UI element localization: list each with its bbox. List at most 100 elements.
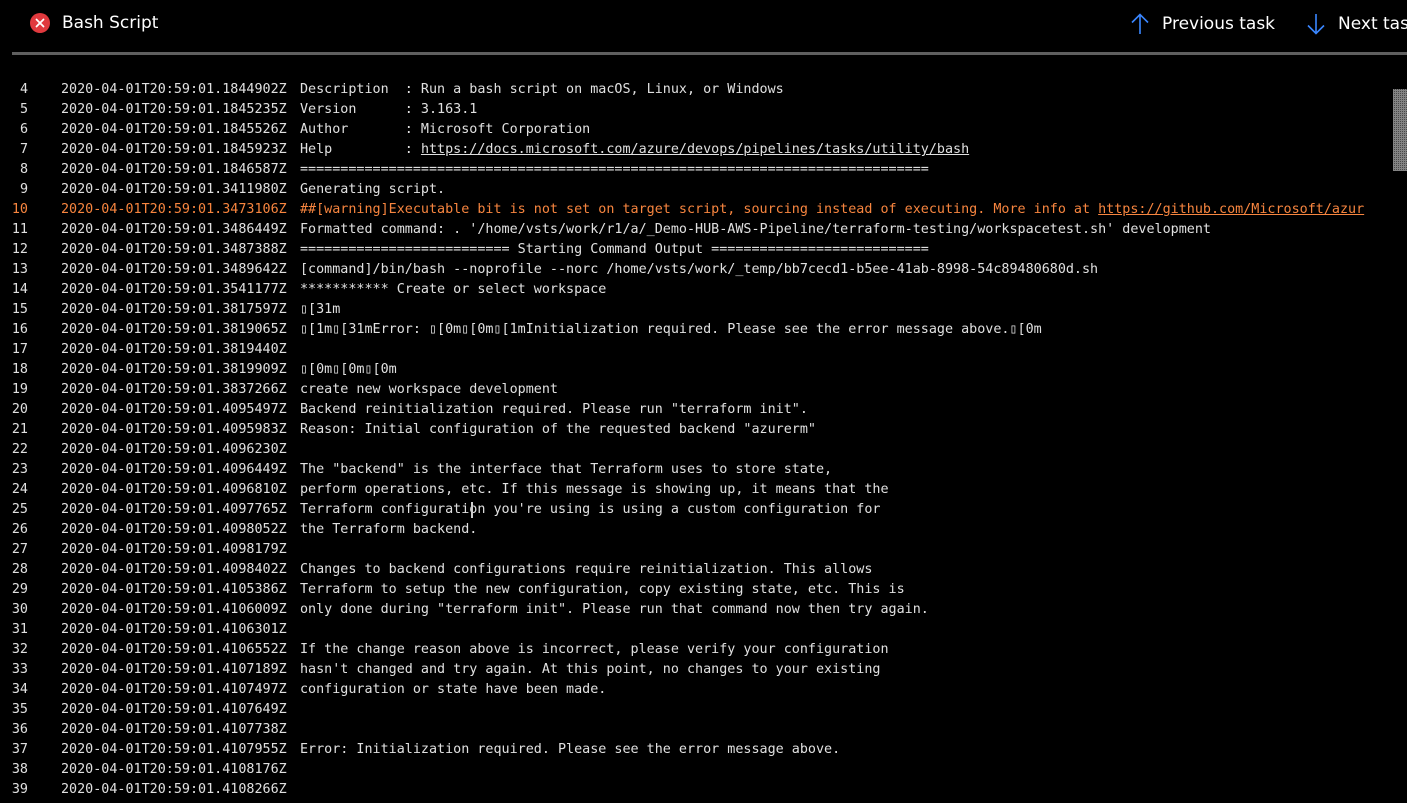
log-message-text: Generating script.	[300, 182, 446, 197]
log-timestamp: 2020-04-01T20:59:01.3411980Z	[61, 182, 287, 197]
task-title-group: Bash Script	[30, 11, 158, 35]
log-line: 4 2020-04-01T20:59:01.1844902Z Description…	[0, 80, 1390, 100]
log-line: 16 2020-04-01T20:59:01.3819065Z ▯[1m▯[31mE…	[0, 320, 1390, 340]
log-message-text: Help :	[300, 142, 421, 157]
log-line-number: 37	[11, 742, 28, 757]
log-line-number: 16	[11, 322, 28, 337]
log-line-number: 8	[19, 162, 28, 177]
log-message: Description : Run a bash script on macOS…	[300, 80, 784, 100]
log-message: hasn't changed and try again. At this po…	[300, 660, 880, 680]
log-viewer[interactable]: 4 2020-04-01T20:59:01.1844902Z Description…	[0, 80, 1395, 803]
log-line: 23 2020-04-01T20:59:01.4096449Z The "backe…	[0, 460, 1390, 480]
log-timestamp: 2020-04-01T20:59:01.4096810Z	[61, 482, 287, 497]
log-line-number: 9	[19, 182, 28, 197]
log-line: 7 2020-04-01T20:59:01.1845923Z Help : http…	[0, 140, 1390, 160]
log-line-number: 26	[11, 522, 28, 537]
log-message: Author : Microsoft Corporation	[300, 120, 590, 140]
log-line: 9 2020-04-01T20:59:01.3411980Z Generating …	[0, 180, 1390, 200]
log-message: Terraform to setup the new configuration…	[300, 580, 905, 600]
log-line: 25 2020-04-01T20:59:01.4097765Z Terraform …	[0, 500, 1390, 520]
log-message: If the change reason above is incorrect,…	[300, 640, 889, 660]
log-message-text: perform operations, etc. If this message…	[300, 482, 889, 497]
log-line-number: 11	[11, 222, 28, 237]
log-message: ========================================…	[300, 160, 929, 180]
log-line-number: 5	[19, 102, 28, 117]
log-line: 38 2020-04-01T20:59:01.4108176Z	[0, 760, 1390, 780]
log-message: Error: Initialization required. Please s…	[300, 740, 840, 760]
log-message-text: create new workspace development	[300, 382, 558, 397]
log-message: Generating script.	[300, 180, 445, 200]
log-message-text: ▯[0m▯[0m▯[0m	[300, 362, 397, 377]
log-message: Terraform configuration you're using is …	[300, 500, 880, 520]
log-line-number: 28	[11, 562, 28, 577]
log-line: 20 2020-04-01T20:59:01.4095497Z Backend re…	[0, 400, 1390, 420]
log-line-number: 6	[19, 122, 28, 137]
log-timestamp: 2020-04-01T20:59:01.4106301Z	[61, 622, 287, 637]
log-line-number: 34	[11, 682, 28, 697]
log-line: 34 2020-04-01T20:59:01.4107497Z configurat…	[0, 680, 1390, 700]
log-timestamp: 2020-04-01T20:59:01.4106552Z	[61, 642, 287, 657]
log-message-text: Terraform configuration you're using is …	[300, 502, 881, 517]
log-timestamp: 2020-04-01T20:59:01.1846587Z	[61, 162, 287, 177]
log-line: 6 2020-04-01T20:59:01.1845526Z Author : Mi…	[0, 120, 1390, 140]
log-message-text: Backend reinitialization required. Pleas…	[300, 402, 808, 417]
log-timestamp: 2020-04-01T20:59:01.1845526Z	[61, 122, 287, 137]
log-message-text: hasn't changed and try again. At this po…	[300, 662, 881, 677]
log-timestamp: 2020-04-01T20:59:01.4108266Z	[61, 782, 287, 797]
log-timestamp: 2020-04-01T20:59:01.3473106Z	[61, 202, 287, 217]
log-message: Help : https://docs.microsoft.com/azure/…	[300, 140, 969, 160]
log-message: Formatted command: . '/home/vsts/work/r1…	[300, 220, 1211, 240]
log-timestamp: 2020-04-01T20:59:01.4095983Z	[61, 422, 287, 437]
log-line: 35 2020-04-01T20:59:01.4107649Z	[0, 700, 1390, 720]
previous-task-button[interactable]: Previous task	[1130, 11, 1275, 37]
log-scrollbar-thumb[interactable]	[1393, 89, 1407, 171]
log-line-number: 22	[11, 442, 28, 457]
log-message-text: Author : Microsoft Corporation	[300, 122, 591, 137]
error-circle-icon	[30, 13, 50, 33]
log-message: Version : 3.163.1	[300, 100, 477, 120]
log-message-text: Error: Initialization required. Please s…	[300, 742, 841, 757]
log-line: 22 2020-04-01T20:59:01.4096230Z	[0, 440, 1390, 460]
log-line-number: 12	[11, 242, 28, 257]
log-line-number: 14	[11, 282, 28, 297]
log-line: 13 2020-04-01T20:59:01.3489642Z [command]/…	[0, 260, 1390, 280]
log-line-number: 17	[11, 342, 28, 357]
log-line: 19 2020-04-01T20:59:01.3837266Z create new…	[0, 380, 1390, 400]
log-message-text: only done during "terraform init". Pleas…	[300, 602, 929, 617]
log-message-text: Description : Run a bash script on macOS…	[300, 82, 784, 97]
log-timestamp: 2020-04-01T20:59:01.3817597Z	[61, 302, 287, 317]
log-line-number: 18	[11, 362, 28, 377]
log-line: 5 2020-04-01T20:59:01.1845235Z Version : 3…	[0, 100, 1390, 120]
log-line-number: 20	[11, 402, 28, 417]
log-timestamp: 2020-04-01T20:59:01.4107955Z	[61, 742, 287, 757]
log-timestamp: 2020-04-01T20:59:01.1845235Z	[61, 102, 287, 117]
log-line-number: 19	[11, 382, 28, 397]
log-link[interactable]: https://docs.microsoft.com/azure/devops/…	[421, 142, 969, 157]
log-message-text: Terraform to setup the new configuration…	[300, 582, 905, 597]
arrow-up-icon	[1131, 13, 1149, 34]
next-task-button[interactable]: Next task	[1306, 11, 1407, 37]
log-message: the Terraform backend.	[300, 520, 477, 540]
log-message: configuration or state have been made.	[300, 680, 606, 700]
previous-task-label: Previous task	[1162, 14, 1276, 34]
log-message-text: Changes to backend configurations requir…	[300, 562, 873, 577]
log-line-number: 24	[11, 482, 28, 497]
log-message-text: ▯[1m▯[31mError: ▯[0m▯[0m▯[1mInitializati…	[300, 322, 1042, 337]
log-timestamp: 2020-04-01T20:59:01.4098402Z	[61, 562, 287, 577]
log-message: ▯[31m	[300, 300, 340, 320]
log-message: [command]/bin/bash --noprofile --norc /h…	[300, 260, 1098, 280]
log-message: Changes to backend configurations requir…	[300, 560, 872, 580]
log-line: 12 2020-04-01T20:59:01.3487388Z ==========…	[0, 240, 1390, 260]
log-line: 31 2020-04-01T20:59:01.4106301Z	[0, 620, 1390, 640]
log-message-text: ▯[31m	[300, 302, 341, 317]
log-message-text: *********** Create or select workspace	[300, 282, 607, 297]
log-message: only done during "terraform init". Pleas…	[300, 600, 929, 620]
log-line: 26 2020-04-01T20:59:01.4098052Z the Terraf…	[0, 520, 1390, 540]
log-line: 30 2020-04-01T20:59:01.4106009Z only done …	[0, 600, 1390, 620]
arrow-down-icon	[1307, 14, 1325, 35]
log-line: 14 2020-04-01T20:59:01.3541177Z **********…	[0, 280, 1390, 300]
log-timestamp: 2020-04-01T20:59:01.3819440Z	[61, 342, 287, 357]
log-link[interactable]: https://github.com/Microsoft/azur	[1098, 202, 1364, 217]
log-line-number: 29	[11, 582, 28, 597]
log-message: Backend reinitialization required. Pleas…	[300, 400, 808, 420]
